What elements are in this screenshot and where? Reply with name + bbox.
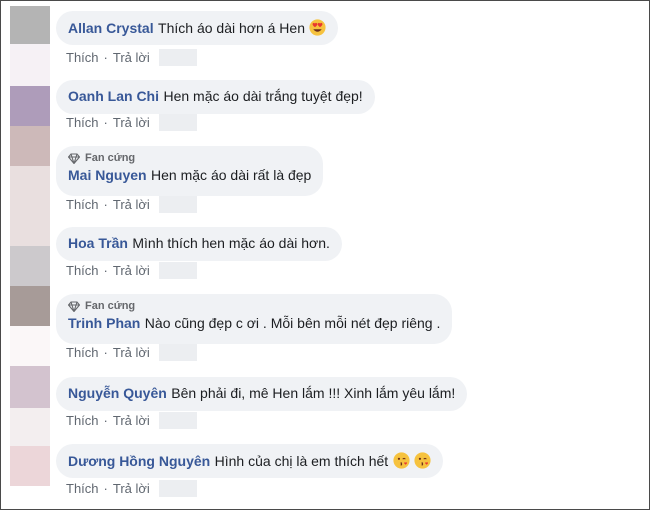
comment: Fan cứng Trinh Phan Nào cũng đẹp c ơi . … [56,294,453,361]
avatar [10,408,50,446]
reply-link[interactable]: Trả lời [113,413,150,428]
reply-link[interactable]: Trả lời [113,197,150,212]
like-link[interactable]: Thích [66,345,99,360]
kiss-face-icon [393,452,410,469]
comment-bubble: Fan cứng Mai Nguyen Hen mặc áo dài rất l… [56,146,324,196]
reply-link[interactable]: Trả lời [113,115,150,130]
reply-link[interactable]: Trả lời [113,481,150,496]
redacted-timestamp [158,49,197,66]
like-link[interactable]: Thích [66,115,99,130]
comment-text: Hen mặc áo dài rất là đẹp [151,167,312,183]
separator-dot: · [103,115,108,130]
comment-actions: Thích · Trả lời [66,49,197,66]
comment: Nguyễn Quyên Bên phải đi, mê Hen lắm !!!… [56,377,468,429]
heart-eyes-emoji-icon [309,19,327,36]
comment-bubble: Nguyễn Quyên Bên phải đi, mê Hen lắm !!!… [56,377,468,411]
comment-bubble: Fan cứng Trinh Phan Nào cũng đẹp c ơi . … [56,294,453,344]
fan-badge-label: Fan cứng [85,300,136,312]
comment-author[interactable]: Trinh Phan [68,315,140,331]
comment-author[interactable]: Dương Hồng Nguyên [68,453,210,469]
fan-badge: Fan cứng [68,152,311,164]
separator-dot: · [103,50,108,65]
redacted-timestamp [158,114,197,131]
comment: Hoa Trần Mình thích hen mặc áo dài hơn. … [56,227,342,279]
separator-dot: · [103,481,108,496]
comment-author[interactable]: Nguyễn Quyên [68,385,167,401]
comment-author[interactable]: Mai Nguyen [68,167,147,183]
redacted-timestamp [158,412,197,429]
separator-dot: · [103,345,108,360]
comment-text: Nào cũng đẹp c ơi . Mỗi bên mỗi nét đẹp … [144,315,441,331]
like-link[interactable]: Thích [66,263,99,278]
like-link[interactable]: Thích [66,50,99,65]
redacted-timestamp [158,480,197,497]
comment-author[interactable]: Oanh Lan Chi [68,88,159,104]
avatar[interactable] [10,246,50,286]
reply-link[interactable]: Trả lời [113,263,150,278]
reply-link[interactable]: Trả lời [113,345,150,360]
fan-badge-label: Fan cứng [85,152,136,164]
comment-bubble: Oanh Lan Chi Hen mặc áo dài trắng tuyệt … [56,80,375,114]
redacted-timestamp [158,262,197,279]
comment-text: Bên phải đi, mê Hen lắm !!! Xinh lắm yêu… [171,385,456,401]
comment-actions: Thích · Trả lời [66,480,197,497]
avatar [10,326,50,366]
comment: Allan Crystal Thích áo dài hơn á Hen Thí… [56,11,339,66]
reply-link[interactable]: Trả lời [113,50,150,65]
avatar[interactable] [10,446,50,486]
comment-actions: Thích · Trả lời [66,412,197,429]
diamond-icon [68,300,80,312]
comment-author[interactable]: Allan Crystal [68,20,154,36]
fan-badge: Fan cứng [68,300,440,312]
comment-bubble: Dương Hồng Nguyên Hình của chị là em thí… [56,444,444,478]
separator-dot: · [103,263,108,278]
comment-actions: Thích · Trả lời [66,196,197,213]
comment-author[interactable]: Hoa Trần [68,235,128,251]
like-link[interactable]: Thích [66,197,99,212]
avatar[interactable] [10,126,50,166]
redacted-timestamp [158,344,197,361]
like-link[interactable]: Thích [66,481,99,496]
comment-text: Thích áo dài hơn á Hen [158,20,305,36]
avatar[interactable] [10,6,50,44]
avatar[interactable] [10,286,50,326]
avatar[interactable] [10,366,50,408]
comment-text: Hen mặc áo dài trắng tuyệt đẹp! [163,88,363,104]
avatar[interactable] [10,86,50,126]
comment-text: Mình thích hen mặc áo dài hơn. [132,235,330,251]
comment-bubble: Hoa Trần Mình thích hen mặc áo dài hơn. [56,227,342,261]
kiss-face-icon [414,452,431,469]
redacted-timestamp [158,196,197,213]
comment: Dương Hồng Nguyên Hình của chị là em thí… [56,444,444,497]
comment-actions: Thích · Trả lời [66,344,197,361]
comment-actions: Thích · Trả lời [66,114,197,131]
avatar [10,166,50,246]
like-link[interactable]: Thích [66,413,99,428]
separator-dot: · [103,413,108,428]
comment-bubble: Allan Crystal Thích áo dài hơn á Hen [56,11,339,45]
comment: Oanh Lan Chi Hen mặc áo dài trắng tuyệt … [56,80,375,131]
comment: Fan cứng Mai Nguyen Hen mặc áo dài rất l… [56,146,324,213]
comment-text: Hình của chị là em thích hết [214,453,389,469]
avatar [10,44,50,86]
separator-dot: · [103,197,108,212]
diamond-icon [68,152,80,164]
comment-actions: Thích · Trả lời [66,262,197,279]
